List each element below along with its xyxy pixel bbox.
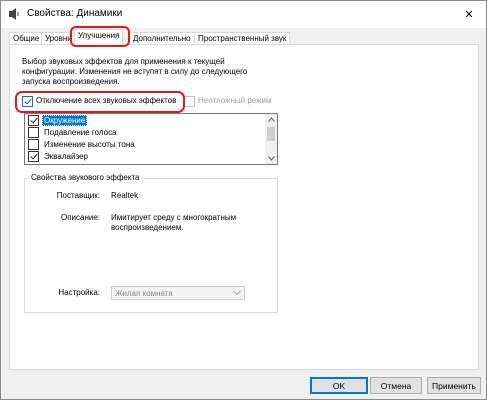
checkbox-box[interactable] bbox=[28, 151, 39, 162]
description-line: Выбор звуковых эффектов для применения к… bbox=[22, 57, 225, 66]
list-item[interactable]: Эквалайзер bbox=[27, 151, 265, 163]
provider-label: Поставщик: bbox=[56, 191, 100, 200]
chevron-down-icon bbox=[267, 156, 275, 161]
description-value: воспроизведением. bbox=[111, 223, 184, 232]
setting-label: Настройка: bbox=[58, 288, 100, 297]
group-title: Свойства звукового эффекта bbox=[29, 173, 142, 182]
apply-label: Применить bbox=[432, 380, 476, 391]
close-icon: ✕ bbox=[464, 8, 474, 21]
immediate-mode-label: Неотложный режим bbox=[198, 96, 272, 105]
tab-label: Дополнительно bbox=[133, 34, 191, 43]
provider-value: Realtek bbox=[111, 191, 139, 200]
description-value: Имитирует среду с многократным bbox=[111, 213, 237, 222]
tab-highlight-annotation bbox=[70, 26, 130, 47]
checkbox-box[interactable] bbox=[28, 139, 39, 150]
scroll-up-button[interactable] bbox=[265, 114, 277, 125]
ok-button[interactable]: OK bbox=[310, 377, 368, 394]
ok-label: OK bbox=[332, 380, 346, 391]
effect-label: Эквалайзер bbox=[44, 152, 88, 161]
scroll-thumb[interactable] bbox=[267, 127, 275, 141]
effect-label: Изменение высоты тона bbox=[44, 140, 135, 149]
description-label: Описание: bbox=[60, 213, 100, 222]
title-bar[interactable]: Свойства: Динамики ✕ bbox=[1, 1, 486, 28]
close-button[interactable]: ✕ bbox=[452, 1, 486, 27]
effect-label: Окружение bbox=[42, 115, 88, 126]
checkbox-box[interactable] bbox=[28, 115, 39, 126]
effect-properties-group: Свойства звукового эффекта Поставщик: Re… bbox=[24, 173, 278, 313]
effect-label: Подавление голоса bbox=[44, 128, 117, 137]
scroll-down-button[interactable] bbox=[265, 153, 277, 164]
cancel-button[interactable]: Отмена bbox=[370, 377, 422, 394]
enhancements-panel: Выбор звуковых эффектов для применения к… bbox=[9, 44, 479, 370]
description-text: Выбор звуковых эффектов для применения к… bbox=[22, 57, 322, 87]
list-item[interactable]: Окружение bbox=[27, 115, 265, 127]
checkbox-box[interactable] bbox=[28, 127, 39, 138]
list-item[interactable]: Подавление голоса bbox=[27, 127, 265, 139]
chevron-down-icon bbox=[233, 290, 241, 296]
effects-list[interactable]: Окружение Подавление голоса Изменение вы… bbox=[24, 113, 278, 165]
speaker-icon bbox=[9, 8, 19, 20]
cancel-label: Отмена bbox=[380, 380, 412, 391]
description-line: конфигурации. Изменения не вступят в сил… bbox=[22, 67, 248, 76]
setting-value: Жилая комната bbox=[115, 289, 173, 298]
tab-label: Пространственный звук bbox=[198, 34, 287, 43]
checkbox-box[interactable] bbox=[184, 96, 195, 107]
description-line: запуска воспроизведения. bbox=[22, 77, 120, 86]
list-item[interactable]: Изменение высоты тона bbox=[27, 139, 265, 151]
chevron-up-icon bbox=[267, 117, 275, 122]
properties-window: Свойства: Динамики ✕ Общие Уровни Улучше… bbox=[0, 0, 487, 400]
list-scrollbar[interactable] bbox=[265, 114, 277, 164]
tab-label: Уровни bbox=[45, 34, 72, 43]
apply-button[interactable]: Применить bbox=[427, 377, 481, 394]
disable-all-highlight-annotation bbox=[15, 91, 185, 113]
setting-select[interactable]: Жилая комната bbox=[111, 286, 245, 300]
window-title: Свойства: Динамики bbox=[27, 8, 123, 19]
tab-label: Общие bbox=[13, 34, 40, 43]
